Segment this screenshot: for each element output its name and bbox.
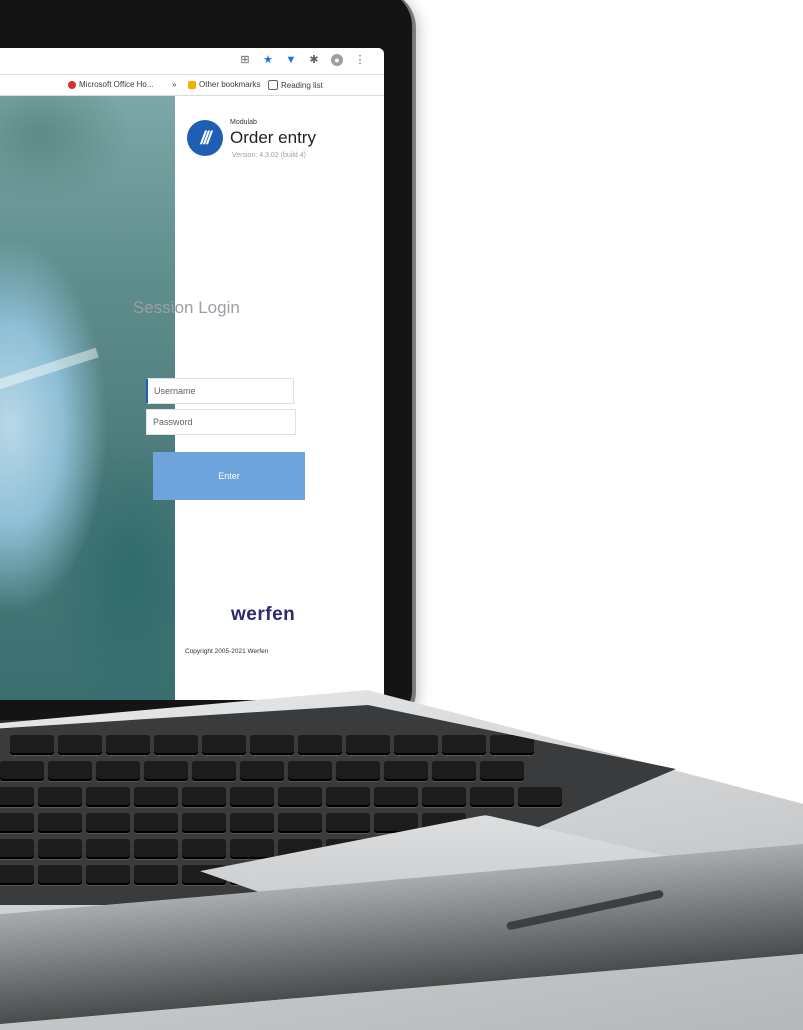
bookmark-other[interactable]: Other bookmarks: [188, 80, 260, 89]
bookmark-label: Reading list: [281, 80, 323, 90]
login-page: /// Modulab Order entry Version: 4.3.02 …: [0, 96, 384, 700]
bookmark-label: Microsoft Office Ho...: [79, 80, 154, 89]
laptop-screen: ⊞ ★ ▼ ✱ ● ⋮ Microsoft Office Ho... » Oth…: [0, 48, 384, 700]
session-login-heading: Session Login: [133, 298, 240, 317]
modulab-logo: ///: [187, 120, 223, 156]
extensions-grid-icon[interactable]: ⊞: [239, 54, 251, 66]
bookmarks-overflow[interactable]: »: [172, 80, 176, 89]
key-row: [0, 813, 466, 833]
browser-toolbar: ⊞ ★ ▼ ✱ ● ⋮: [0, 48, 384, 75]
bookmark-label: Other bookmarks: [199, 80, 261, 89]
overflow-label: »: [172, 80, 177, 89]
login-panel: /// Modulab Order entry Version: 4.3.02 …: [133, 96, 384, 700]
avatar-icon[interactable]: ●: [331, 54, 343, 66]
office-icon: [68, 80, 76, 89]
star-icon[interactable]: ★: [262, 54, 274, 66]
app-title: Order entry: [230, 128, 316, 147]
mask-band: [0, 347, 99, 395]
username-input[interactable]: [146, 378, 294, 404]
bookmark-reading-list[interactable]: Reading list: [268, 80, 323, 90]
reading-list-icon: [268, 80, 278, 90]
app-version: Version: 4.3.02 (build 4): [232, 152, 306, 159]
key-row: [0, 761, 524, 781]
key-row: [0, 787, 562, 807]
folder-icon: [188, 80, 196, 89]
puzzle-icon[interactable]: ✱: [308, 54, 320, 66]
enter-button[interactable]: Enter: [153, 452, 305, 500]
pin-icon[interactable]: ▼: [285, 54, 297, 66]
bookmark-office[interactable]: Microsoft Office Ho...: [68, 80, 154, 89]
password-input[interactable]: [146, 409, 296, 435]
more-icon[interactable]: ⋮: [354, 54, 366, 66]
key-row: [10, 735, 534, 755]
copyright-text: Copyright 2005-2021 Werfen: [185, 648, 269, 655]
werfen-logo: werfen: [231, 604, 296, 625]
bookmarks-bar: Microsoft Office Ho... » Other bookmarks…: [0, 75, 384, 96]
toolbar-icons: ⊞ ★ ▼ ✱ ● ⋮: [239, 54, 366, 66]
app-name: Modulab: [230, 119, 257, 126]
